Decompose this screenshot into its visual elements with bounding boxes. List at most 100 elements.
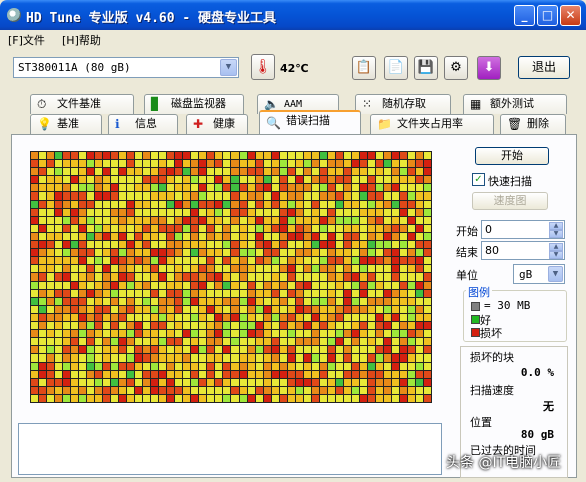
scan-block [271, 241, 279, 249]
scan-block [231, 176, 239, 184]
scan-block [223, 346, 231, 354]
thermometer-icon[interactable]: 🌡 [251, 54, 275, 80]
scan-block [63, 257, 71, 265]
scan-block [39, 281, 47, 289]
magnifier-icon: 🔍 [266, 116, 281, 130]
scan-block [63, 386, 71, 394]
scan-block [247, 297, 255, 305]
unit-select[interactable]: gB ▼ [513, 264, 565, 284]
chevron-down-icon[interactable]: ▼ [548, 266, 563, 282]
start-field[interactable]: 0 ▲ ▼ [481, 220, 565, 239]
scan-block [335, 313, 343, 322]
scan-block [319, 313, 327, 322]
options-icon[interactable]: ⚙ [444, 56, 468, 80]
scan-block [255, 386, 263, 394]
scan-block [407, 370, 415, 378]
scan-block [31, 305, 39, 313]
tab-error-scan[interactable]: 🔍 错误扫描 [259, 110, 361, 134]
scan-block [175, 208, 183, 216]
menu-help[interactable]: [H]帮助 [62, 32, 101, 48]
spin-down-icon[interactable]: ▼ [549, 251, 563, 259]
scan-block [183, 322, 191, 330]
menu-file[interactable]: [F]文件 [8, 32, 45, 48]
scan-block [399, 313, 407, 322]
scan-block [183, 232, 191, 241]
scan-block [167, 160, 175, 168]
scan-block [151, 241, 159, 249]
save-icon[interactable]: 💾 [414, 56, 438, 80]
scan-block [55, 224, 63, 232]
scan-block [399, 281, 407, 289]
scan-block [271, 330, 279, 338]
scan-block [263, 322, 271, 330]
scan-block [167, 152, 175, 160]
scan-block [127, 354, 135, 362]
scan-block [407, 330, 415, 338]
tab-benchmark[interactable]: 💡 基准 [30, 114, 102, 134]
scan-block [271, 370, 279, 378]
end-field[interactable]: 80 ▲ ▼ [481, 241, 565, 260]
scan-block [391, 322, 399, 330]
tab-health[interactable]: ✚ 健康 [186, 114, 248, 134]
tab-info[interactable]: ℹ 信息 [108, 114, 178, 134]
maximize-button[interactable]: □ [537, 5, 558, 26]
scan-block [87, 152, 95, 160]
scan-block [119, 160, 127, 168]
scan-block [343, 265, 351, 273]
scan-block [167, 322, 175, 330]
spin-up-icon[interactable]: ▲ [549, 243, 563, 251]
scan-block [215, 354, 223, 362]
exit-button[interactable]: 退出 [518, 56, 570, 79]
scan-block [207, 216, 215, 224]
tab-label: 磁盘监视器 [171, 97, 226, 110]
scan-block [183, 176, 191, 184]
scan-speed-label: 扫描速度 [470, 384, 514, 397]
scan-block [383, 370, 391, 378]
scan-block [351, 386, 359, 394]
scan-block [55, 241, 63, 249]
spin-down-icon[interactable]: ▼ [549, 230, 563, 238]
tab-extra-tests[interactable]: ▦ 额外测试 [463, 94, 567, 114]
scan-block [367, 265, 375, 273]
scan-block [319, 378, 327, 386]
scan-block [247, 257, 255, 265]
copy-info-icon[interactable]: 📄 [384, 56, 408, 80]
scan-block [39, 192, 47, 200]
tab-folder-usage[interactable]: 📁 文件夹占用率 [370, 114, 494, 134]
speed-map-button[interactable]: 速度图 [472, 192, 548, 210]
scan-block [383, 152, 391, 160]
scan-block [103, 346, 111, 354]
scan-block [151, 346, 159, 354]
scan-block [351, 322, 359, 330]
tab-random-access[interactable]: ⁙ 随机存取 [355, 94, 451, 114]
scan-block [223, 330, 231, 338]
copy-text-icon[interactable]: 📋 [352, 56, 376, 80]
scan-block [87, 281, 95, 289]
scan-block [151, 168, 159, 176]
quick-scan-checkbox[interactable]: ✓ [472, 173, 485, 186]
start-scan-button[interactable]: 开始 [475, 147, 549, 165]
scan-block [47, 265, 55, 273]
chevron-down-icon[interactable]: ▼ [220, 59, 237, 76]
scan-block [303, 224, 311, 232]
scan-block [407, 200, 415, 208]
close-button[interactable]: ✕ [560, 5, 581, 26]
scan-block [359, 313, 367, 322]
tab-file-benchmark[interactable]: ⏱ 文件基准 [30, 94, 134, 114]
minimize-button[interactable]: _ [514, 5, 535, 26]
scan-block [215, 224, 223, 232]
download-icon[interactable]: ⬇ [477, 56, 501, 80]
scan-block [199, 224, 207, 232]
scan-block [31, 378, 39, 386]
scan-block [199, 192, 207, 200]
scan-block [271, 216, 279, 224]
spin-up-icon[interactable]: ▲ [549, 222, 563, 230]
scan-block [183, 378, 191, 386]
scan-block [79, 160, 87, 168]
scan-block [311, 249, 319, 257]
scan-block [71, 322, 79, 330]
tab-erase[interactable]: 🗑 删除 [500, 114, 566, 134]
drive-select[interactable]: ST380011A (80 gB) ▼ [13, 57, 239, 78]
scan-block [151, 305, 159, 313]
tab-disk-monitor[interactable]: ▊ 磁盘监视器 [144, 94, 244, 114]
